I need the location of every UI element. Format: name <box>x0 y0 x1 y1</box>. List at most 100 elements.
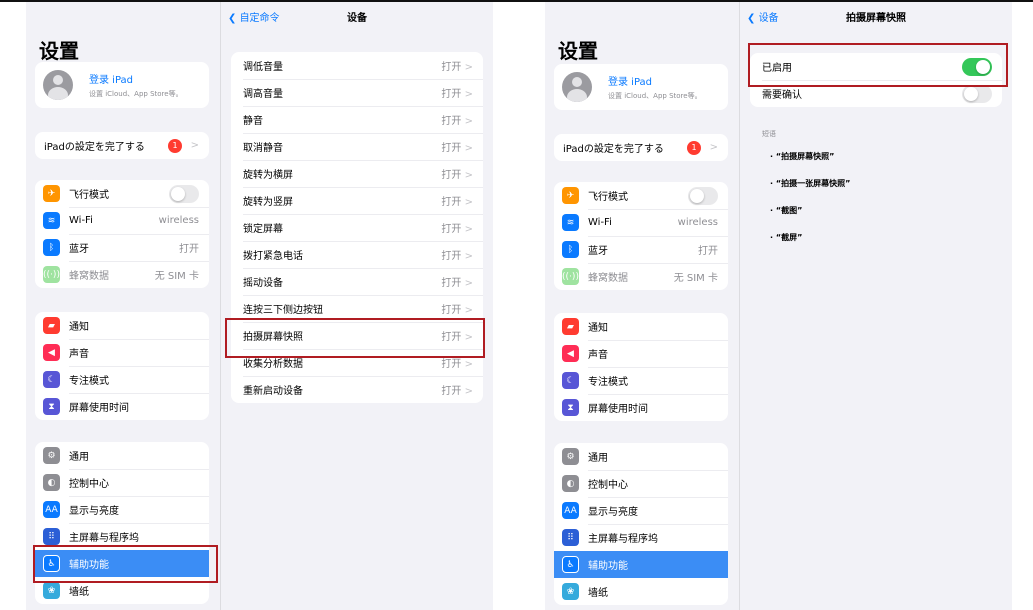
phrase-item: · “截屏” <box>770 233 803 242</box>
sidebar-item-sounds[interactable]: ◀ 声音 <box>35 339 209 366</box>
speaker-icon: ◀ <box>562 345 579 362</box>
sidebar-item-label: 墙纸 <box>588 588 608 599</box>
list-item[interactable]: 摇动设备 打开 > <box>231 268 483 295</box>
sign-in-label: 登录 iPad <box>89 75 134 86</box>
setup-card[interactable]: iPadの設定を完了する 1 > <box>554 134 728 161</box>
sidebar-item-cellular[interactable]: ((·)) 蜂窝数据 无 SIM 卡 <box>35 261 209 288</box>
bluetooth-icon: ᛒ <box>562 241 579 258</box>
sidebar-item-label: 蜂窝数据 <box>69 271 109 282</box>
right-screen: 设置 登录 iPad 设置 iCloud、App Store等。 iPadの設定… <box>545 2 1012 610</box>
nav-bar: ❮ 设备 拍摄屏幕快照 <box>740 2 1012 32</box>
sidebar-item-wallpaper[interactable]: ❀ 墙纸 <box>554 578 728 605</box>
sidebar-item-bluetooth[interactable]: ᛒ 蓝牙 打开 <box>554 236 728 263</box>
list-item[interactable]: 调低音量 打开 > <box>231 52 483 79</box>
chevron-right-icon: > <box>464 62 473 73</box>
phrase-text: “截图” <box>775 206 803 215</box>
row-label: 调低音量 <box>243 62 283 73</box>
confirm-toggle[interactable] <box>962 84 992 103</box>
list-item[interactable]: 旋转为横屏 打开 > <box>231 160 483 187</box>
airplane-icon: ✈ <box>43 185 60 202</box>
hourglass-icon: ⧗ <box>43 398 60 415</box>
sidebar-item-bluetooth[interactable]: ᛒ 蓝牙 打开 <box>35 234 209 261</box>
sign-in-subtitle: 设置 iCloud、App Store等。 <box>608 92 702 100</box>
sidebar-item-sounds[interactable]: ◀ 声音 <box>554 340 728 367</box>
sidebar-item-label: 蓝牙 <box>69 244 89 255</box>
sidebar-item-home-screen[interactable]: ⠿ 主屏幕与程序坞 <box>554 524 728 551</box>
notification-badge: 1 <box>687 140 701 155</box>
sidebar-title: 设置 <box>39 39 79 63</box>
sidebar-item-screen-time[interactable]: ⧗ 屏幕使用时间 <box>554 394 728 421</box>
airplane-icon: ✈ <box>562 187 579 204</box>
phrase-item: · “拍摄屏幕快照” <box>770 152 835 161</box>
row-label: 锁定屏幕 <box>243 224 283 235</box>
phrases-heading: 短语 <box>762 130 776 138</box>
airplane-toggle[interactable] <box>688 186 718 205</box>
cellular-value: 无 SIM 卡 <box>154 271 199 282</box>
sidebar-item-label: 辅助功能 <box>588 561 628 572</box>
connectivity-group: ✈ 飞行模式 ≋ Wi-Fi wireless ᛒ 蓝牙 打开 ((·)) 蜂窝… <box>35 180 209 288</box>
list-item[interactable]: 取消静音 打开 > <box>231 133 483 160</box>
sidebar-item-general[interactable]: ⚙ 通用 <box>35 442 209 469</box>
list-item[interactable]: 锁定屏幕 打开 > <box>231 214 483 241</box>
row-label: 重新启动设备 <box>243 386 303 397</box>
sidebar-item-display[interactable]: AA 显示与亮度 <box>35 496 209 523</box>
wifi-icon: ≋ <box>562 214 579 231</box>
sidebar-item-cellular[interactable]: ((·)) 蜂窝数据 无 SIM 卡 <box>554 263 728 290</box>
bluetooth-icon: ᛒ <box>43 239 60 256</box>
sign-in-label: 登录 iPad <box>608 77 653 88</box>
sidebar-item-label: 通用 <box>69 452 89 463</box>
sidebar-item-label: 通知 <box>69 322 89 333</box>
gear-icon: ⚙ <box>562 448 579 465</box>
wifi-icon: ≋ <box>43 212 60 229</box>
list-item[interactable]: 拨打紧急电话 打开 > <box>231 241 483 268</box>
sidebar-item-label: 显示与亮度 <box>588 507 638 518</box>
sidebar-item-control-center[interactable]: ◐ 控制中心 <box>35 469 209 496</box>
wifi-value: wireless <box>158 215 199 226</box>
phrase-text: “拍摄一张屏幕快照” <box>775 179 851 188</box>
sidebar-item-wifi[interactable]: ≋ Wi-Fi wireless <box>554 209 728 236</box>
bell-icon: ▰ <box>562 318 579 335</box>
chevron-right-icon: > <box>464 224 473 235</box>
chevron-right-icon: > <box>464 143 473 154</box>
chevron-right-icon: > <box>464 251 473 262</box>
chevron-right-icon: > <box>464 89 473 100</box>
sidebar-item-display[interactable]: AA 显示与亮度 <box>554 497 728 524</box>
setup-label: iPadの設定を完了する <box>44 142 145 153</box>
list-item[interactable]: 静音 打开 > <box>231 106 483 133</box>
list-item[interactable]: 重新启动设备 打开 > <box>231 376 483 403</box>
setup-card[interactable]: iPadの設定を完了する 1 > <box>35 132 209 159</box>
airplane-toggle[interactable] <box>169 184 199 203</box>
hourglass-icon: ⧗ <box>562 399 579 416</box>
sidebar-item-label: Wi-Fi <box>69 215 93 226</box>
list-item[interactable]: 旋转为竖屏 打开 > <box>231 187 483 214</box>
sidebar-item-airplane[interactable]: ✈ 飞行模式 <box>35 180 209 207</box>
sidebar-item-control-center[interactable]: ◐ 控制中心 <box>554 470 728 497</box>
sidebar-item-airplane[interactable]: ✈ 飞行模式 <box>554 182 728 209</box>
row-value: 打开 <box>441 143 462 154</box>
sidebar-item-screen-time[interactable]: ⧗ 屏幕使用时间 <box>35 393 209 420</box>
wallpaper-icon: ❀ <box>43 582 60 599</box>
profile-card[interactable]: 登录 iPad 设置 iCloud、App Store等。 <box>554 64 728 110</box>
bluetooth-value: 打开 <box>698 246 718 257</box>
sidebar-item-notifications[interactable]: ▰ 通知 <box>35 312 209 339</box>
sidebar-item-focus[interactable]: ☾ 专注模式 <box>554 367 728 394</box>
sidebar-item-general[interactable]: ⚙ 通用 <box>554 443 728 470</box>
sidebar-item-accessibility[interactable]: ♿ 辅助功能 <box>554 551 728 578</box>
connectivity-group: ✈ 飞行模式 ≋ Wi-Fi wireless ᛒ 蓝牙 打开 ((·)) 蜂窝… <box>554 182 728 290</box>
sidebar-item-notifications[interactable]: ▰ 通知 <box>554 313 728 340</box>
sidebar-item-label: 通知 <box>588 323 608 334</box>
row-label: 取消静音 <box>243 143 283 154</box>
sidebar-item-label: 专注模式 <box>69 376 109 387</box>
sidebar-item-label: 声音 <box>69 349 89 360</box>
sidebar-item-wifi[interactable]: ≋ Wi-Fi wireless <box>35 207 209 234</box>
highlight-enabled-row <box>748 43 1008 87</box>
sidebar-item-focus[interactable]: ☾ 专注模式 <box>35 366 209 393</box>
row-label: 静音 <box>243 116 263 127</box>
list-item[interactable]: 调高音量 打开 > <box>231 79 483 106</box>
highlight-screenshot-row <box>225 318 485 358</box>
profile-card[interactable]: 登录 iPad 设置 iCloud、App Store等。 <box>35 62 209 108</box>
sidebar-item-label: 显示与亮度 <box>69 506 119 517</box>
cellular-value: 无 SIM 卡 <box>673 273 718 284</box>
sidebar-item-label: 飞行模式 <box>69 190 109 201</box>
home-grid-icon: ⠿ <box>562 529 579 546</box>
